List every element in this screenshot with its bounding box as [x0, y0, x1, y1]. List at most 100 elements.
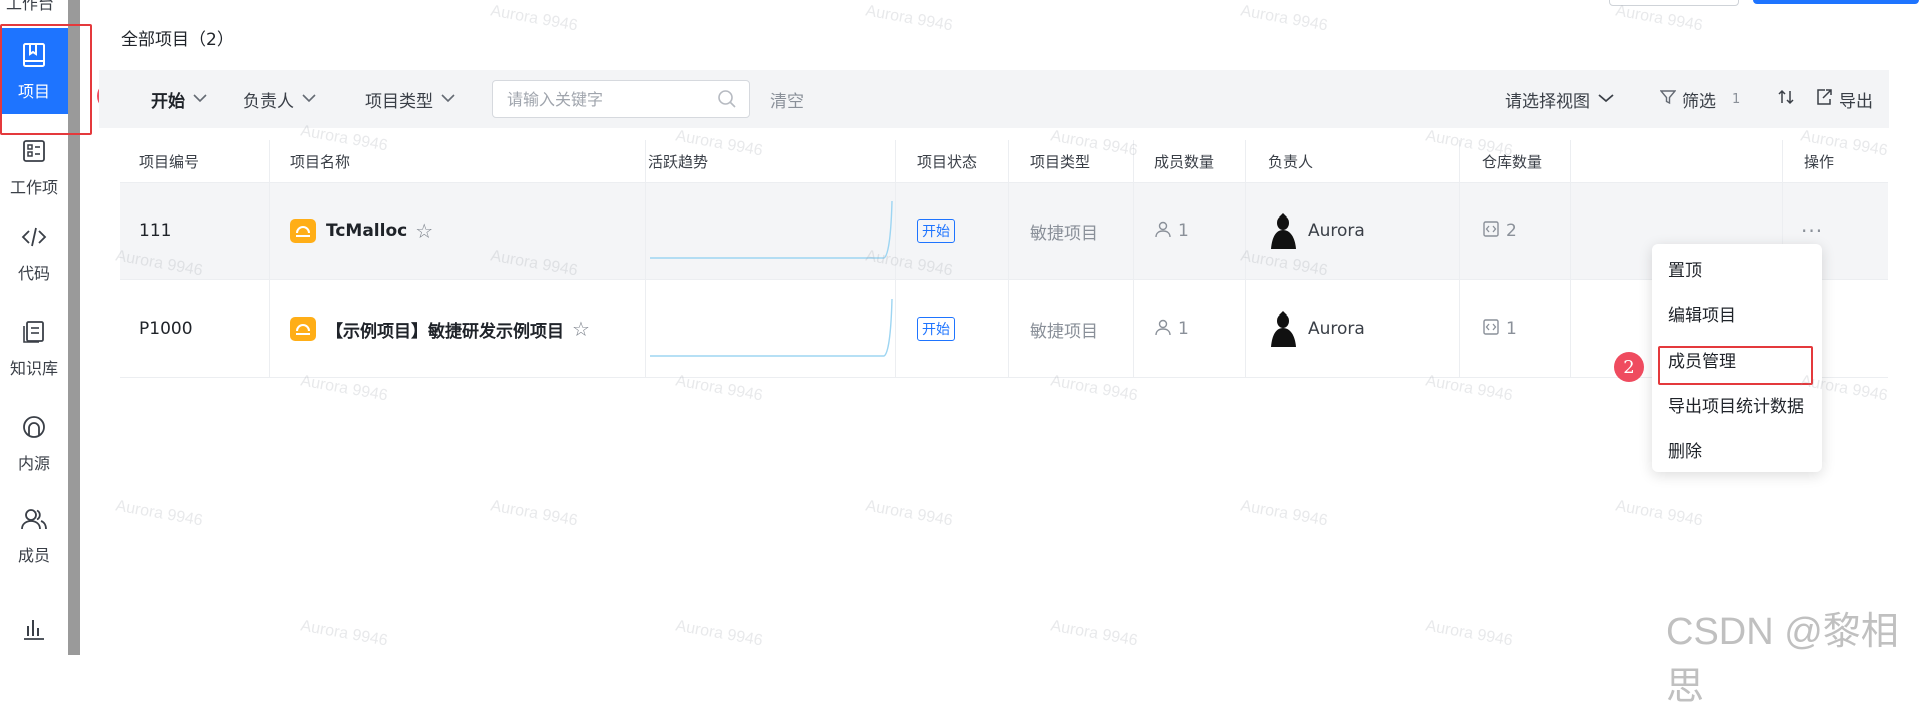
more-actions-button[interactable]: ··· [1801, 214, 1823, 248]
sidebar-item-label: 成员 [17, 546, 50, 565]
owner-cell: Aurora [1268, 211, 1365, 251]
watermark: Aurora 9946 [114, 497, 204, 530]
star-icon[interactable]: ☆ [415, 219, 433, 243]
column-header-actions: 操作 [1804, 152, 1835, 171]
repository-icon [1482, 220, 1500, 243]
column-header-repos: 仓库数量 [1482, 152, 1543, 171]
funnel-icon [1659, 89, 1677, 110]
search-box [492, 80, 750, 118]
avatar [1268, 213, 1298, 249]
filter-button[interactable]: 筛选 1 [1659, 70, 1741, 128]
owner-filter-label: 负责人 [243, 91, 294, 112]
menu-item-delete[interactable]: 删除 [1668, 437, 1702, 462]
project-type: 敏捷项目 [1030, 223, 1098, 244]
column-header-owner: 负责人 [1268, 152, 1314, 171]
sidebar-item-insight[interactable] [0, 590, 68, 676]
menu-item-pin-top[interactable]: 置顶 [1668, 256, 1702, 281]
owner-cell: Aurora [1268, 309, 1365, 349]
column-divider [1570, 140, 1571, 377]
repository-icon [1482, 318, 1500, 341]
column-divider [645, 140, 646, 377]
menu-item-export-statistics[interactable]: 导出项目统计数据 [1668, 392, 1804, 417]
type-filter-dropdown[interactable]: 项目类型 [365, 70, 455, 128]
repo-count-value: 1 [1506, 319, 1517, 339]
avatar [1268, 311, 1298, 347]
project-name-cell[interactable]: TcMalloc ☆ [290, 214, 433, 248]
activity-trend-sparkline [650, 298, 893, 357]
column-header-name: 项目名称 [290, 152, 351, 171]
export-button[interactable]: 导出 [1815, 70, 1873, 128]
document-icon [19, 317, 49, 347]
status-filter-dropdown[interactable]: 开始 [151, 70, 207, 128]
clear-button[interactable]: 清空 [770, 70, 804, 128]
project-icon [290, 317, 316, 341]
member-count: 1 [1154, 312, 1189, 346]
sidebar-item-label: 知识库 [9, 359, 58, 378]
column-divider [895, 140, 896, 377]
sidebar-item-label: 工作项 [9, 178, 58, 197]
status-badge: 开始 [917, 317, 955, 341]
view-select[interactable]: 请选择视图 [1505, 70, 1614, 128]
search-icon[interactable] [717, 89, 737, 113]
watermark: Aurora 9946 [674, 617, 764, 650]
owner-name: Aurora [1308, 319, 1365, 339]
members-icon [19, 504, 49, 534]
chevron-down-icon [193, 91, 207, 107]
sidebar-item-members[interactable]: 成员 [0, 492, 68, 578]
project-id: 111 [139, 221, 172, 241]
sidebar-item-label: 内源 [17, 454, 50, 473]
column-divider [1459, 140, 1460, 377]
project-name-cell[interactable]: 【示例项目】敏捷研发示例项目 ☆ [290, 312, 590, 346]
project-id: P1000 [139, 319, 193, 339]
repo-count-value: 2 [1506, 221, 1517, 241]
chevron-down-icon [1598, 91, 1614, 107]
search-input[interactable] [493, 81, 721, 117]
top-secondary-button[interactable] [1609, 0, 1739, 6]
inner-source-icon [19, 412, 49, 442]
repo-count: 1 [1482, 312, 1517, 346]
step-badge-2: 2 [1614, 352, 1644, 382]
owner-name: Aurora [1308, 221, 1365, 241]
filter-label: 筛选 [1682, 91, 1716, 112]
project-name-link[interactable]: 【示例项目】敏捷研发示例项目 [326, 317, 564, 342]
chevron-down-icon [441, 91, 455, 107]
star-icon[interactable]: ☆ [572, 317, 590, 341]
sidebar-item-knowledge-base[interactable]: 知识库 [0, 305, 68, 391]
more-icon: ··· [1801, 219, 1824, 243]
menu-item-edit-project[interactable]: 编辑项目 [1668, 301, 1736, 326]
sidebar-item-work-items[interactable]: 工作项 [0, 124, 68, 210]
watermark: Aurora 9946 [1614, 2, 1704, 35]
activity-trend-sparkline [650, 200, 893, 259]
sidebar-item-label: 代码 [17, 264, 50, 283]
csdn-watermark: CSDN @黎相思 [1666, 611, 1899, 708]
top-primary-button[interactable] [1753, 0, 1919, 4]
column-header-members: 成员数量 [1154, 152, 1215, 171]
sidebar-item-workbench-label[interactable]: 工作台 [6, 0, 54, 14]
column-divider [1008, 140, 1009, 377]
column-header-status: 项目状态 [917, 152, 978, 171]
watermark: Aurora 9946 [1239, 2, 1329, 35]
column-divider [1133, 140, 1134, 377]
view-select-label: 请选择视图 [1505, 91, 1590, 112]
bar-chart-icon [19, 614, 49, 644]
project-type: 敏捷项目 [1030, 321, 1098, 342]
watermark: Aurora 9946 [864, 2, 954, 35]
status-cell: 开始 [917, 214, 955, 248]
watermark: Aurora 9946 [489, 2, 579, 35]
status-cell: 开始 [917, 312, 955, 346]
sort-button[interactable] [1777, 70, 1795, 128]
project-name-link[interactable]: TcMalloc [326, 221, 407, 241]
owner-filter-dropdown[interactable]: 负责人 [243, 70, 316, 128]
export-icon [1815, 88, 1833, 111]
sidebar-item-inner-source[interactable]: 内源 [0, 400, 68, 486]
watermark: Aurora 9946 [299, 617, 389, 650]
project-icon [290, 219, 316, 243]
filter-count: 1 [1732, 91, 1741, 107]
status-filter-label: 开始 [151, 91, 185, 112]
sidebar-item-code[interactable]: 代码 [0, 210, 68, 296]
watermark: Aurora 9946 [864, 497, 954, 530]
column-divider [269, 140, 270, 377]
code-icon [19, 222, 49, 252]
type-filter-label: 项目类型 [365, 91, 433, 112]
column-header-type: 项目类型 [1030, 152, 1091, 171]
